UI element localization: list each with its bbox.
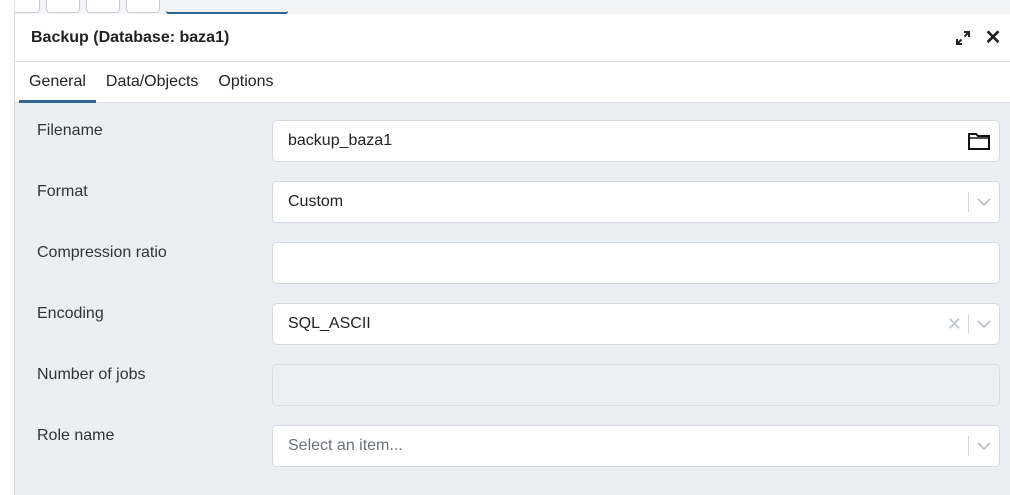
- compression-field[interactable]: [273, 242, 999, 284]
- compression-input[interactable]: [272, 242, 1000, 284]
- filename-value[interactable]: backup_baza1: [273, 132, 959, 150]
- encoding-label: Encoding: [37, 305, 104, 322]
- encoding-select[interactable]: SQL_ASCII ✕: [272, 303, 1000, 345]
- compression-row: Compression ratio: [15, 242, 1010, 303]
- background-tab: [86, 0, 120, 13]
- role-select[interactable]: Select an item...: [272, 425, 1000, 467]
- background-tab-active: [166, 0, 288, 15]
- compression-label: Compression ratio: [37, 244, 167, 261]
- role-placeholder: Select an item...: [288, 437, 403, 454]
- filename-row: Filename backup_baza1: [15, 120, 1010, 181]
- tab-options[interactable]: Options: [208, 62, 283, 102]
- format-label: Format: [37, 183, 88, 200]
- background-tab-strip: [0, 0, 288, 15]
- jobs-input: [272, 364, 1000, 406]
- expand-icon[interactable]: [951, 26, 975, 50]
- dialog-titlebar: Backup (Database: baza1) ✕: [15, 14, 1010, 62]
- encoding-row: Encoding SQL_ASCII ✕: [15, 303, 1010, 364]
- chevron-down-icon[interactable]: [969, 319, 999, 329]
- tab-general[interactable]: General: [19, 62, 96, 103]
- close-icon[interactable]: ✕: [981, 26, 1005, 50]
- jobs-label: Number of jobs: [37, 366, 146, 383]
- tab-data-objects[interactable]: Data/Objects: [96, 62, 208, 102]
- background-panel: [0, 0, 15, 495]
- jobs-field: [273, 364, 999, 406]
- jobs-row: Number of jobs: [15, 364, 1010, 425]
- filename-field[interactable]: backup_baza1: [272, 120, 1000, 162]
- role-label: Role name: [37, 427, 115, 444]
- chevron-down-icon[interactable]: [969, 197, 999, 207]
- background-tab: [126, 0, 160, 13]
- format-select[interactable]: Custom: [272, 181, 1000, 223]
- format-row: Format Custom: [15, 181, 1010, 242]
- dialog-title: Backup (Database: baza1): [31, 28, 230, 46]
- role-row: Role name Select an item...: [15, 425, 1010, 486]
- filename-label: Filename: [37, 122, 103, 139]
- folder-icon[interactable]: [959, 131, 999, 151]
- backup-dialog: Backup (Database: baza1) ✕ General Data/…: [14, 14, 1010, 495]
- general-form: Filename backup_baza1 Format Custom Comp…: [15, 103, 1010, 486]
- dialog-tabs: General Data/Objects Options: [15, 62, 1010, 103]
- clear-icon[interactable]: ✕: [947, 314, 968, 335]
- background-tab: [46, 0, 80, 13]
- encoding-value: SQL_ASCII: [288, 315, 371, 332]
- format-value: Custom: [288, 193, 344, 210]
- chevron-down-icon[interactable]: [969, 441, 999, 451]
